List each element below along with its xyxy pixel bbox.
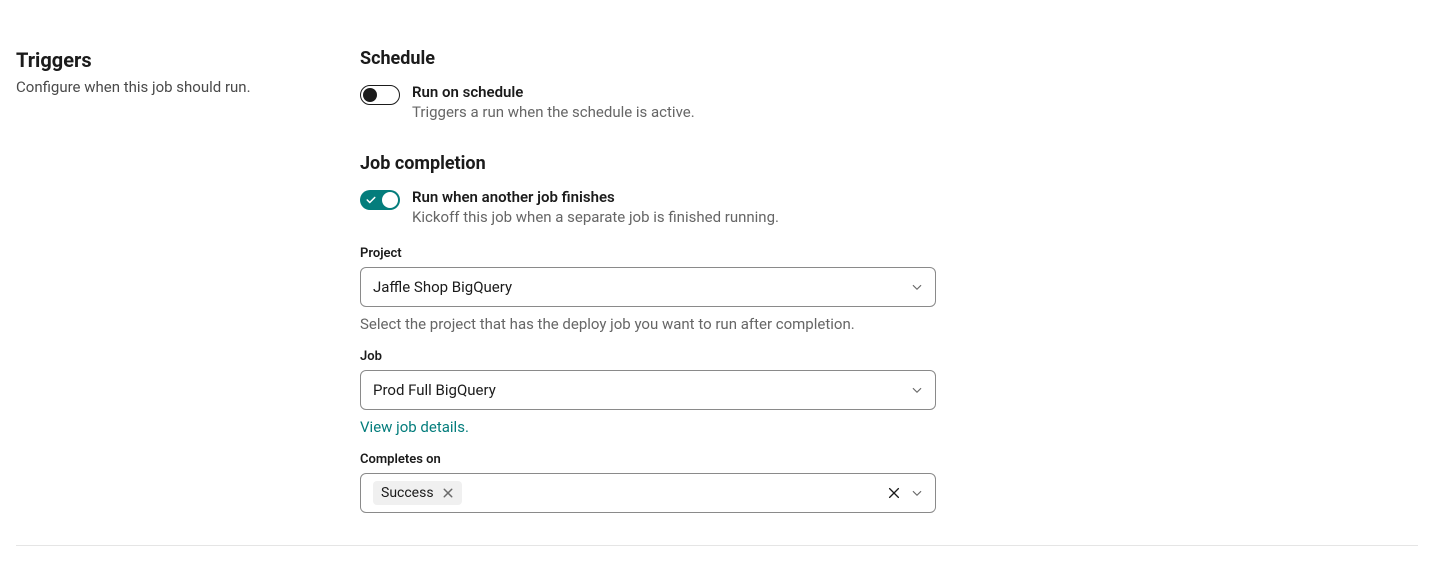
section-divider <box>16 545 1418 546</box>
job-completion-toggle-description: Kickoff this job when a separate job is … <box>412 208 936 226</box>
chevron-down-icon <box>911 487 923 499</box>
job-completion-toggle-text: Run when another job finishes Kickoff th… <box>412 188 936 226</box>
job-completion-toggle-label: Run when another job finishes <box>412 188 936 206</box>
run-when-job-finishes-toggle[interactable] <box>360 190 400 210</box>
completes-on-label: Completes on <box>360 452 936 467</box>
chips-area: Success <box>373 481 462 505</box>
view-job-details-link[interactable]: View job details. <box>360 418 469 436</box>
status-chip: Success <box>373 481 462 505</box>
schedule-toggle-row: Run on schedule Triggers a run when the … <box>360 83 936 121</box>
job-label: Job <box>360 349 936 364</box>
project-label: Project <box>360 246 936 261</box>
project-select[interactable]: Jaffle Shop BigQuery <box>360 267 936 307</box>
job-select[interactable]: Prod Full BigQuery <box>360 370 936 410</box>
completes-on-field-group: Completes on Success <box>360 452 936 513</box>
remove-chip-icon[interactable] <box>442 487 454 499</box>
check-icon <box>366 195 376 205</box>
select-icons <box>911 384 923 396</box>
clear-all-icon[interactable] <box>887 486 901 500</box>
chevron-down-icon <box>911 281 923 293</box>
sidebar-title: Triggers <box>16 48 360 72</box>
chip-label: Success <box>381 485 434 501</box>
schedule-toggle-text: Run on schedule Triggers a run when the … <box>412 83 936 121</box>
project-select-value: Jaffle Shop BigQuery <box>373 278 512 296</box>
select-icons <box>887 486 923 500</box>
job-field-group: Job Prod Full BigQuery View job details. <box>360 349 936 436</box>
schedule-toggle-label: Run on schedule <box>412 83 936 101</box>
toggle-knob <box>382 192 398 208</box>
schedule-heading: Schedule <box>360 48 936 69</box>
job-completion-toggle-row: Run when another job finishes Kickoff th… <box>360 188 936 226</box>
completes-on-select[interactable]: Success <box>360 473 936 513</box>
select-icons <box>911 281 923 293</box>
chevron-down-icon <box>911 384 923 396</box>
triggers-sidebar: Triggers Configure when this job should … <box>16 48 360 513</box>
job-completion-heading: Job completion <box>360 153 936 174</box>
run-on-schedule-toggle[interactable] <box>360 85 400 105</box>
toggle-knob <box>363 88 377 102</box>
sidebar-description: Configure when this job should run. <box>16 78 360 96</box>
job-select-value: Prod Full BigQuery <box>373 381 496 399</box>
project-field-group: Project Jaffle Shop BigQuery Select the … <box>360 246 936 333</box>
project-help: Select the project that has the deploy j… <box>360 315 936 333</box>
schedule-toggle-description: Triggers a run when the schedule is acti… <box>412 103 936 121</box>
triggers-main: Schedule Run on schedule Triggers a run … <box>360 48 936 513</box>
